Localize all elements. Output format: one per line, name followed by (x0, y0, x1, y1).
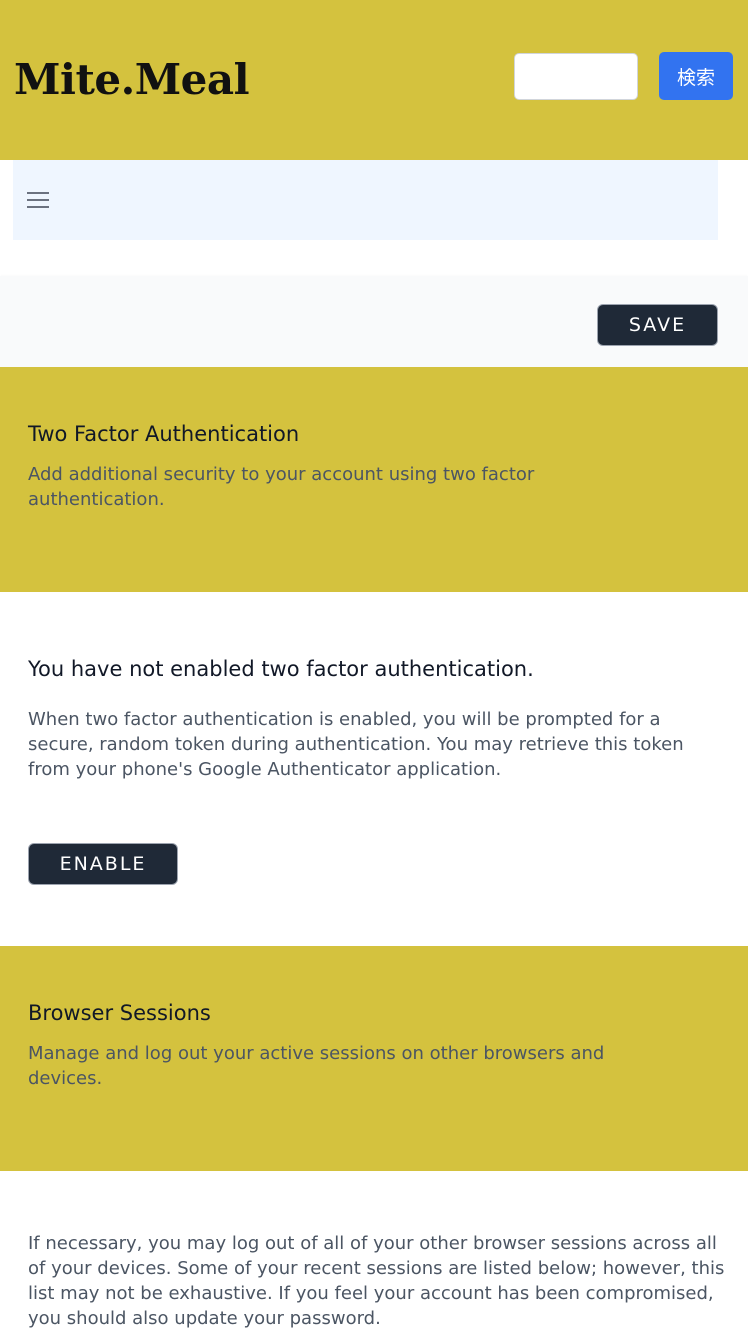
site-header: Mite.Meal 検索 (0, 0, 748, 160)
save-button[interactable]: SAVE (597, 304, 718, 346)
two-factor-section-header: Two Factor Authentication Add additional… (0, 367, 748, 592)
browser-sessions-title: Browser Sessions (28, 1001, 211, 1025)
two-factor-section-body: You have not enabled two factor authenti… (0, 592, 748, 946)
two-factor-status: You have not enabled two factor authenti… (28, 657, 534, 681)
enable-two-factor-button[interactable]: ENABLE (28, 843, 178, 885)
browser-sessions-explanation: If necessary, you may log out of all of … (28, 1233, 725, 1329)
nav-bar (13, 160, 718, 240)
two-factor-title: Two Factor Authentication (28, 422, 300, 446)
two-factor-explanation: When two factor authentication is enable… (28, 709, 684, 780)
two-factor-description: Add additional security to your account … (28, 464, 535, 510)
search-button[interactable]: 検索 (659, 52, 733, 100)
browser-sessions-section-body: If necessary, you may log out of all of … (0, 1171, 748, 1332)
save-bar: SAVE (0, 276, 748, 367)
browser-sessions-description: Manage and log out your active sessions … (28, 1043, 605, 1089)
site-logo[interactable]: Mite.Meal (14, 52, 250, 108)
hamburger-menu-icon[interactable] (27, 190, 51, 210)
search-input[interactable] (514, 53, 638, 100)
browser-sessions-section-header: Browser Sessions Manage and log out your… (0, 946, 748, 1171)
